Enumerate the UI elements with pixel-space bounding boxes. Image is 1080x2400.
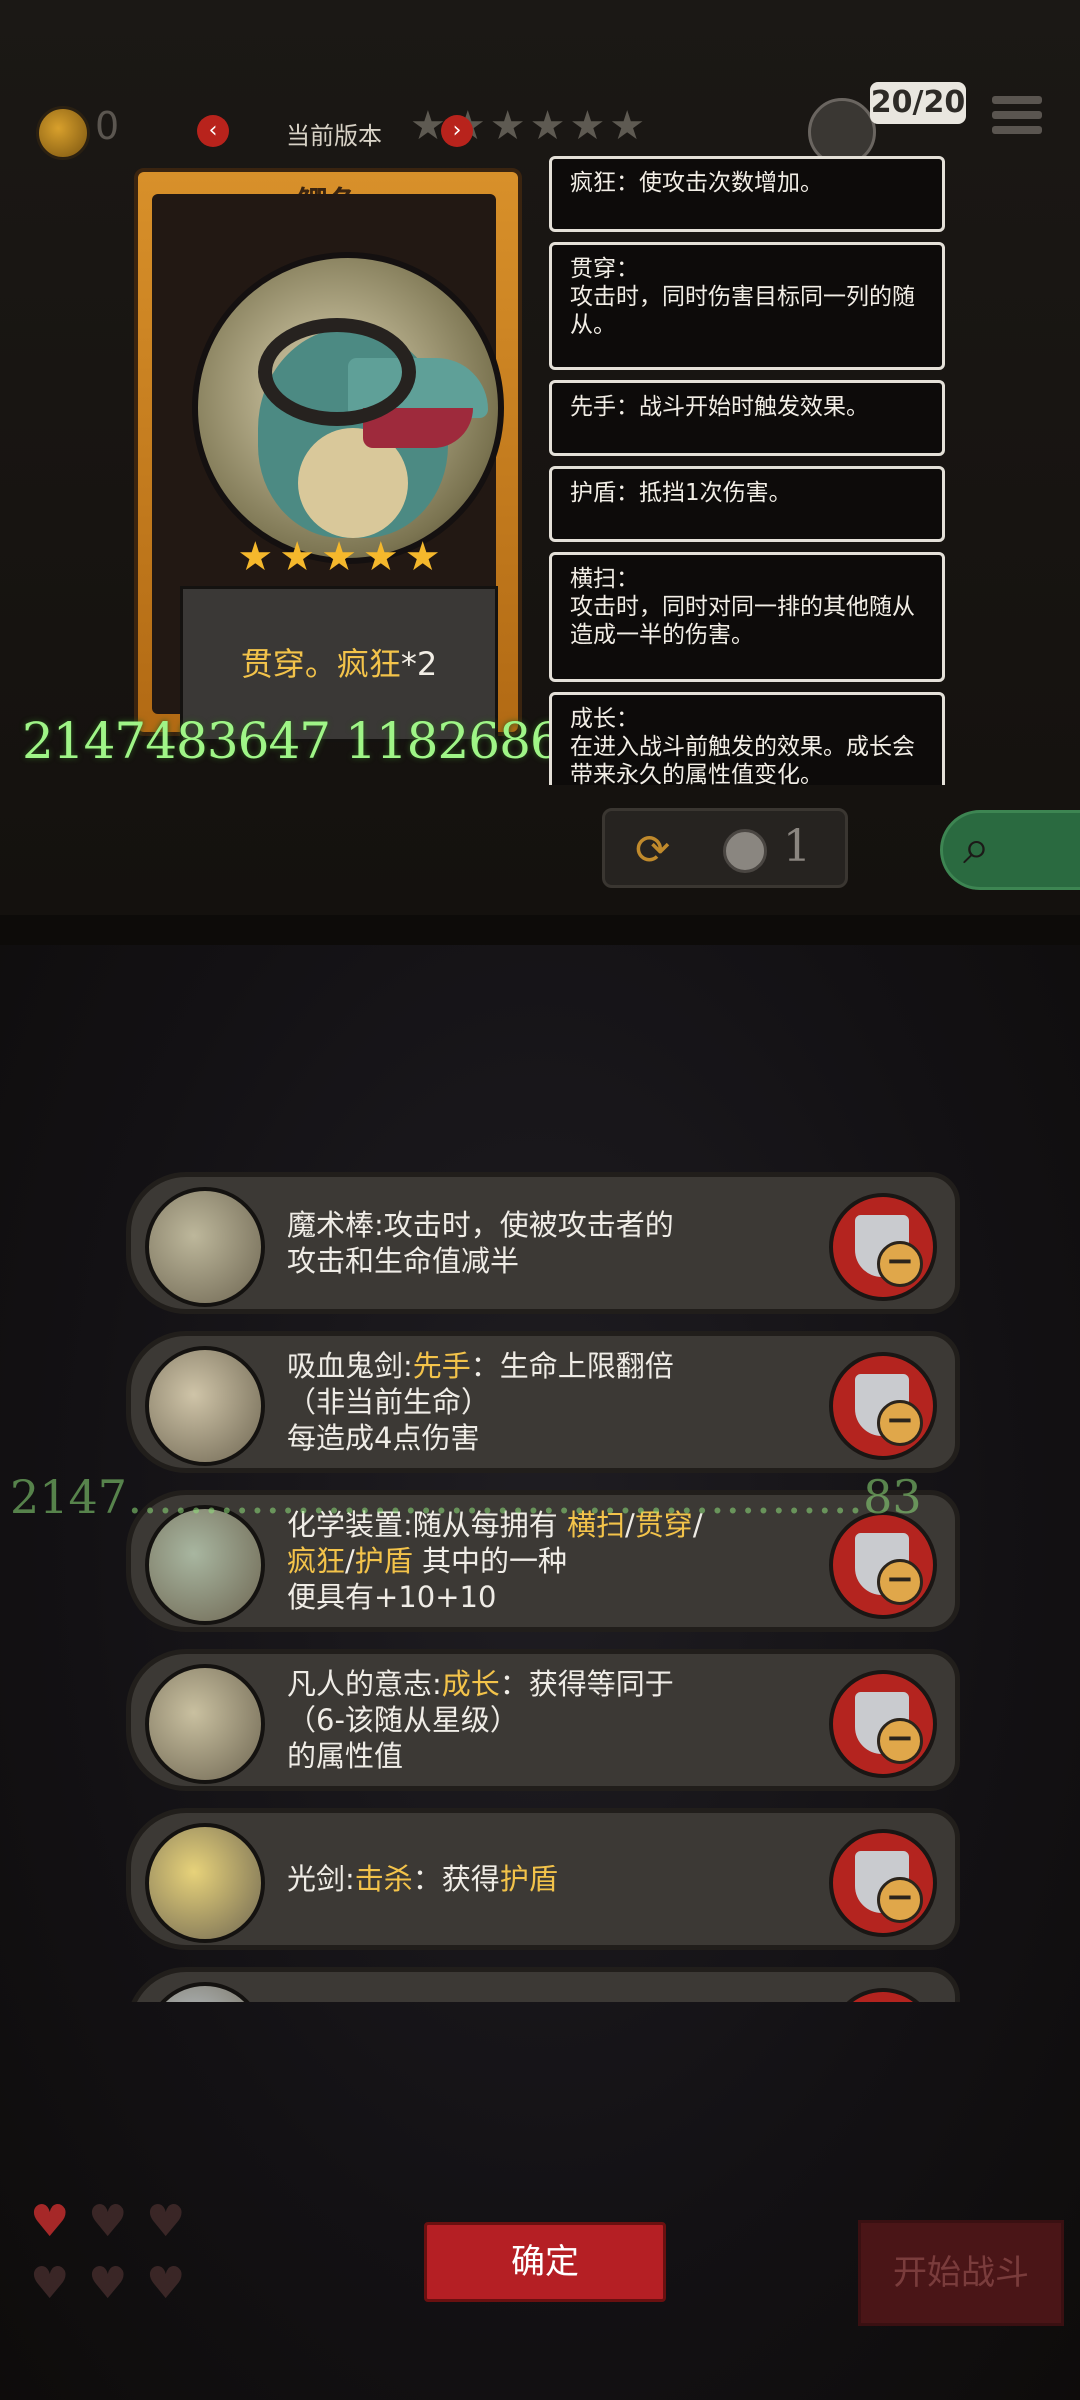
refresh-button[interactable]: ⟳ 1 [602,808,848,888]
equipment-item[interactable]: 吸血鬼剑:先手：生命上限翻倍 （非当前生命） 每造成4点伤害 − [126,1331,960,1473]
equipment-item[interactable]: − [126,1967,960,2002]
minus-icon: − [877,1718,923,1764]
equipment-list[interactable]: 魔术棒:攻击时，使被攻击者的 攻击和生命值减半 − 吸血鬼剑:先手：生命上限翻倍 （非当… [126,1172,960,2002]
tooltip-sweep: 横扫： 攻击时，同时对同一排的其他随从造成一半的伤害。 [549,552,945,682]
item-text-segment: 魔术棒:攻击时，使被攻击者的 [287,1208,674,1242]
minus-icon: − [877,1877,923,1923]
top-panel: 0 ‹ 当前版本 ★★★★★★ › 20/20 鳄鱼 ★★★★★ 贯穿。疯狂*2… [0,0,1080,918]
item-text-segment: 击杀 [354,1862,413,1896]
item-text-segment: ：生命上限翻倍 [470,1349,674,1383]
item-text-segment: 光剑: [287,1862,355,1896]
item-text-segment: 凡人的意志: [287,1667,442,1701]
heart-icon: ♥ [88,2258,128,2309]
minus-icon: − [877,1241,923,1287]
token-count: 1 [783,821,811,872]
lives: ♥ ♥ ♥♥ ♥ ♥ [30,2200,220,2324]
heart-icon: ♥ [30,2196,70,2247]
minus-icon: − [877,1559,923,1605]
refresh-icon: ⟳ [635,825,671,874]
start-battle-button[interactable]: 开始战斗 [858,2220,1064,2326]
minus-icon: − [877,1400,923,1446]
item-description: 魔术棒:攻击时，使被攻击者的 攻击和生命值减半 [287,1207,674,1279]
item-text-segment: 攻击和生命值减半 [287,1244,520,1278]
item-icon [145,1982,265,2002]
remove-item-button[interactable]: − [829,1352,937,1460]
equipment-item[interactable]: 光剑:击杀：获得护盾 − [126,1808,960,1950]
item-text-segment: 先手 [412,1349,471,1383]
item-text-segment: 护盾 [354,1544,413,1578]
equipment-item[interactable]: 凡人的意志:成长：获得等同于 （6-该随从星级） 的属性值 − [126,1649,960,1791]
tooltip-list: 疯狂：使攻击次数增加。 贯穿： 攻击时，同时伤害目标同一列的随从。 先手：战斗开… [0,0,1080,785]
item-text-segment: 每造成4点伤害 [287,1421,480,1455]
tooltip-frenzy: 疯狂：使攻击次数增加。 [549,156,945,232]
remove-item-button[interactable]: − [829,1193,937,1301]
remove-item-button[interactable]: − [829,1988,937,2002]
item-description: 凡人的意志:成长：获得等同于 （6-该随从星级） 的属性值 [287,1666,674,1774]
item-text-segment: / [345,1544,355,1578]
search-button[interactable]: ⌕ [940,810,1080,890]
search-icon: ⌕ [963,819,990,875]
token-icon [723,829,767,873]
remove-item-button[interactable]: − [829,1511,937,1619]
item-text-segment: （非当前生命） [287,1385,491,1419]
item-text-segment: 便具有+10+10 [287,1580,497,1614]
tooltip-first-strike: 先手：战斗开始时触发效果。 [549,380,945,456]
item-icon [145,1346,265,1466]
tooltip-shield: 护盾：抵挡1次伤害。 [549,466,945,542]
panel-separator [0,915,1080,945]
item-text-segment: ：获得 [412,1862,500,1896]
overlay-stats: 2147…………………………………………83 [10,1470,922,1524]
heart-icon: ♥ [30,2258,70,2309]
item-description: 光剑:击杀：获得护盾 [287,1861,558,1897]
item-text-segment: （6-该随从星级） [287,1703,519,1737]
confirm-button[interactable]: 确定 [424,2222,666,2302]
item-description: 吸血鬼剑:先手：生命上限翻倍 （非当前生命） 每造成4点伤害 [287,1348,674,1456]
item-text-segment: 的属性值 [287,1739,404,1773]
equipment-item[interactable]: 魔术棒:攻击时，使被攻击者的 攻击和生命值减半 − [126,1172,960,1314]
item-text-segment: 吸血鬼剑: [287,1349,413,1383]
remove-item-button[interactable]: − [829,1829,937,1937]
item-text-segment: 疯狂 [287,1544,346,1578]
item-text-segment: 其中的一种 [412,1544,568,1578]
heart-icon: ♥ [146,2196,186,2247]
item-text-segment: 护盾 [499,1862,558,1896]
tooltip-pierce: 贯穿： 攻击时，同时伤害目标同一列的随从。 [549,242,945,370]
item-icon [145,1187,265,1307]
item-text-segment: 成长 [441,1667,500,1701]
heart-icon: ♥ [88,2196,128,2247]
remove-item-button[interactable]: − [829,1670,937,1778]
item-text-segment: ：获得等同于 [499,1667,674,1701]
item-icon [145,1664,265,1784]
item-icon [145,1823,265,1943]
heart-icon: ♥ [146,2258,186,2309]
tooltip-growth: 成长： 在进入战斗前触发的效果。成长会带来永久的属性值变化。 [549,692,945,785]
